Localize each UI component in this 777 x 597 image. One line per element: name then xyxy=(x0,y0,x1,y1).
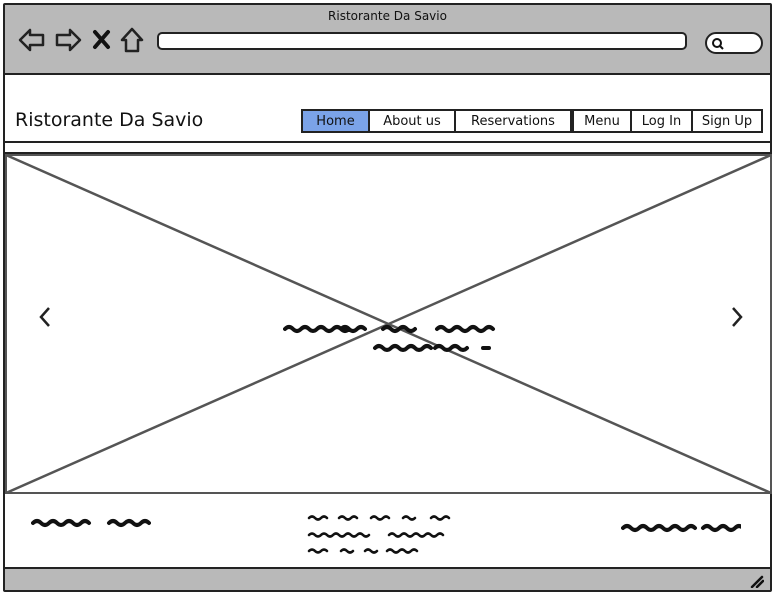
nav-menu[interactable]: Menu xyxy=(572,109,632,133)
window-title: Ristorante Da Savio xyxy=(328,9,447,23)
nav-sign-up[interactable]: Sign Up xyxy=(691,109,763,133)
main-nav: Home About us Reservations Menu Log In S… xyxy=(301,109,763,133)
footer-left-text xyxy=(31,519,151,527)
site-brand[interactable]: Ristorante Da Savio xyxy=(15,109,203,131)
forward-arrow-icon[interactable] xyxy=(53,25,83,55)
header-divider xyxy=(5,141,770,143)
close-icon[interactable] xyxy=(91,25,113,55)
search-field[interactable] xyxy=(705,32,763,54)
browser-window: Ristorante Da Savio Ristorante Da Savio … xyxy=(3,3,772,592)
chevron-left-icon[interactable] xyxy=(35,304,55,330)
status-bar xyxy=(5,567,770,590)
nav-reservations[interactable]: Reservations xyxy=(454,109,572,133)
nav-about-us[interactable]: About us xyxy=(368,109,456,133)
search-icon xyxy=(712,38,724,50)
chevron-right-icon[interactable] xyxy=(727,304,747,330)
resize-grip-icon[interactable] xyxy=(748,573,765,589)
back-arrow-icon[interactable] xyxy=(17,25,47,55)
browser-toolbar: Ristorante Da Savio xyxy=(5,5,770,75)
footer-center-text xyxy=(307,515,451,554)
hero-carousel xyxy=(5,152,772,494)
nav-log-in[interactable]: Log In xyxy=(630,109,693,133)
site-header: Ristorante Da Savio Home About us Reserv… xyxy=(5,75,770,145)
nav-home[interactable]: Home xyxy=(301,109,370,133)
home-icon[interactable] xyxy=(119,25,145,55)
footer-right-text xyxy=(621,524,741,532)
hero-caption xyxy=(283,325,495,352)
page-footer xyxy=(5,495,770,567)
address-bar[interactable] xyxy=(157,32,687,50)
